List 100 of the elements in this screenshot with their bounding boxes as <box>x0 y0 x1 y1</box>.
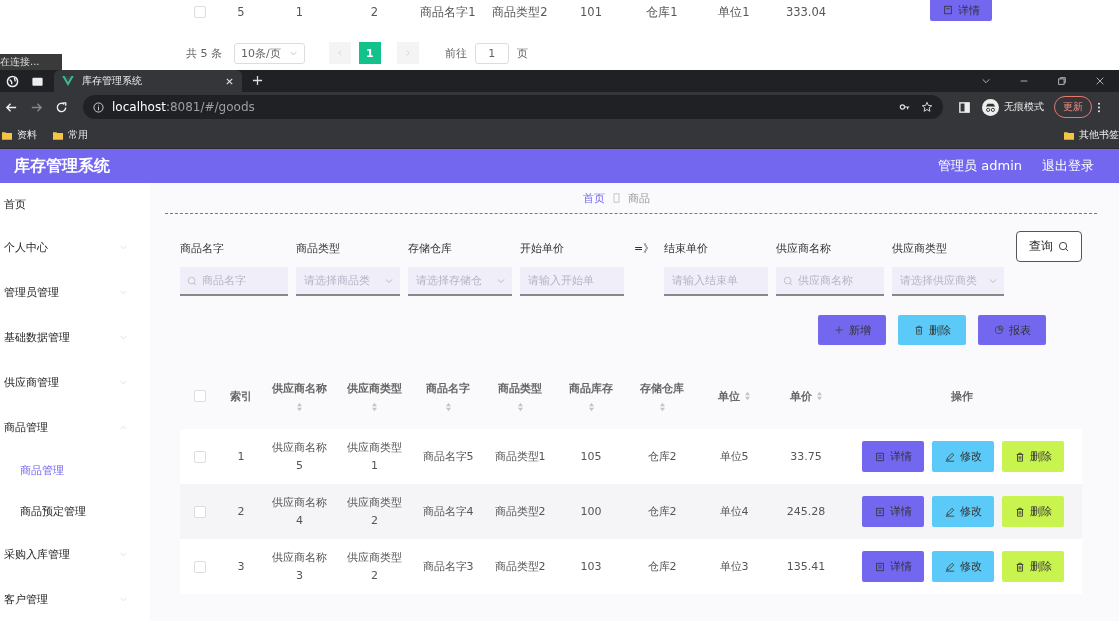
chevron-icon <box>119 423 128 432</box>
sort-icon[interactable] <box>815 391 823 401</box>
goto-page-field[interactable]: 1 <box>474 42 509 64</box>
delete-button[interactable]: 删除 <box>1002 441 1064 472</box>
pencil-icon <box>944 561 955 572</box>
side-panel-icon[interactable] <box>958 100 971 114</box>
table-cell-text: 供应商名称5 <box>272 439 327 474</box>
delete-button[interactable]: 删除 <box>898 315 966 345</box>
sort-icon[interactable] <box>371 401 378 412</box>
sort-icon[interactable] <box>743 391 751 401</box>
star-icon[interactable] <box>921 101 933 113</box>
table-cell-text: 供应商名称4 <box>272 494 327 529</box>
page-suffix: 页 <box>516 45 528 61</box>
sort-icon[interactable] <box>444 401 452 412</box>
table-cell-text: 供应商名称3 <box>272 549 327 584</box>
edit-button[interactable]: 修改 <box>932 441 994 472</box>
bookmark-folder[interactable]: 常用 <box>53 128 88 142</box>
breadcrumb-item[interactable]: 首页 <box>582 190 605 206</box>
sidebar-item[interactable]: 供应商管理 <box>0 360 150 405</box>
sidebar-item[interactable]: 采购入库管理 <box>0 532 150 577</box>
table-cell-text: 3 <box>237 558 245 575</box>
bookmark-folder[interactable]: 资料 <box>2 128 37 142</box>
table-cell-text: 33.75 <box>790 448 822 465</box>
sort-icon[interactable] <box>296 401 303 412</box>
row-checkbox[interactable] <box>194 6 206 18</box>
logout-link[interactable]: 退出登录 <box>1042 157 1094 175</box>
table-cell-text: 2 <box>369 5 380 19</box>
key-icon[interactable] <box>899 101 911 113</box>
browser-tab[interactable]: 库存管理系统 <box>54 70 242 92</box>
sort-icon[interactable] <box>658 401 666 412</box>
chevron-icon <box>119 595 128 604</box>
chevron-left-icon <box>335 49 344 57</box>
globe-icon[interactable] <box>6 75 19 88</box>
table-cell-text: 供应商类型2 <box>347 494 402 529</box>
header-checkbox[interactable] <box>194 390 206 402</box>
table-cell-text: 仓库2 <box>647 503 677 520</box>
column-header: 商品名字 <box>426 380 470 396</box>
table-cell-text: 仓库2 <box>647 558 677 575</box>
chevron-icon <box>119 288 128 297</box>
user-name: 管理员 admin <box>938 157 1022 175</box>
table-cell-text: 2 <box>237 503 245 520</box>
folder-icon <box>1064 130 1074 140</box>
restore-icon[interactable] <box>1057 76 1067 86</box>
row-checkbox[interactable] <box>194 560 206 573</box>
table-cell-text: 单位1 <box>717 4 751 20</box>
edit-button[interactable]: 修改 <box>932 496 994 527</box>
table-cell-text: 供应商类型2 <box>347 549 402 584</box>
tab-group-icon[interactable] <box>31 75 44 88</box>
table-cell-text: 商品类型2 <box>491 4 549 20</box>
row-checkbox[interactable] <box>194 450 206 463</box>
column-header: 索引 <box>230 388 252 404</box>
delete-button[interactable]: 删除 <box>1002 496 1064 527</box>
table-cell-text: 仓库1 <box>645 4 679 20</box>
table-cell-text: 商品名字3 <box>422 558 474 575</box>
search-icon <box>783 276 794 286</box>
table-cell-text: 245.28 <box>786 503 826 520</box>
table-cell-text: 单位3 <box>719 558 749 575</box>
table-cell-text: 仓库2 <box>647 448 677 465</box>
chevron-icon <box>119 378 128 387</box>
sort-icon[interactable] <box>587 401 595 412</box>
column-header: 单价 <box>789 388 812 404</box>
table-cell-text: 商品类型2 <box>494 558 546 575</box>
sidebar-subitem[interactable]: 商品管理 <box>0 450 150 491</box>
page-size-select[interactable]: 10条/页 <box>234 42 305 64</box>
chevron-down-icon <box>384 276 394 286</box>
delete-button[interactable]: 删除 <box>1002 551 1064 582</box>
sidebar-subitem[interactable]: 商品预定管理 <box>0 491 150 532</box>
chevron-down-icon[interactable] <box>981 76 991 86</box>
table-cell-text: 333.04 <box>784 5 828 19</box>
column-header: 商品库存 <box>569 380 613 396</box>
close-icon[interactable] <box>225 76 234 86</box>
sort-icon[interactable] <box>516 401 524 412</box>
filter-label: 商品名字 <box>180 241 225 256</box>
folder-icon <box>2 130 12 140</box>
reload-icon[interactable] <box>55 100 68 114</box>
address-bar[interactable]: localhost:8081/#/goods <box>83 95 943 119</box>
chevron-down-icon <box>496 276 506 286</box>
new-tab-icon[interactable] <box>252 75 263 86</box>
sidebar-item[interactable]: 首页 <box>0 183 150 225</box>
edit-button[interactable]: 修改 <box>932 551 994 582</box>
other-bookmarks-folder[interactable]: 其他书签 <box>1064 128 1119 142</box>
column-header: 存储仓库 <box>640 380 684 396</box>
sidebar-item[interactable]: 商品管理 <box>0 405 150 450</box>
sidebar-item[interactable]: 客户管理 <box>0 577 150 621</box>
document-icon <box>874 451 885 462</box>
chevron-down-icon <box>988 276 999 286</box>
sidebar-item[interactable]: 管理员管理 <box>0 270 150 315</box>
close-icon[interactable] <box>1095 76 1105 86</box>
document-icon <box>942 5 953 15</box>
sidebar-item[interactable]: 个人中心 <box>0 225 150 270</box>
query-button[interactable]: 查询 <box>1016 231 1082 262</box>
table-cell-text: 103 <box>580 558 602 575</box>
column-header: 供应商名称 <box>272 380 327 396</box>
goto-label: 前往 <box>444 45 467 61</box>
table-cell-text: 商品名字1 <box>419 4 477 20</box>
sidebar-item[interactable]: 基础数据管理 <box>0 315 150 360</box>
row-checkbox[interactable] <box>194 505 206 518</box>
more-icon[interactable] <box>1097 101 1101 113</box>
incognito-profile-button[interactable]: 无痕模式 <box>982 98 1044 116</box>
filter-label: 结束单价 <box>664 241 710 256</box>
